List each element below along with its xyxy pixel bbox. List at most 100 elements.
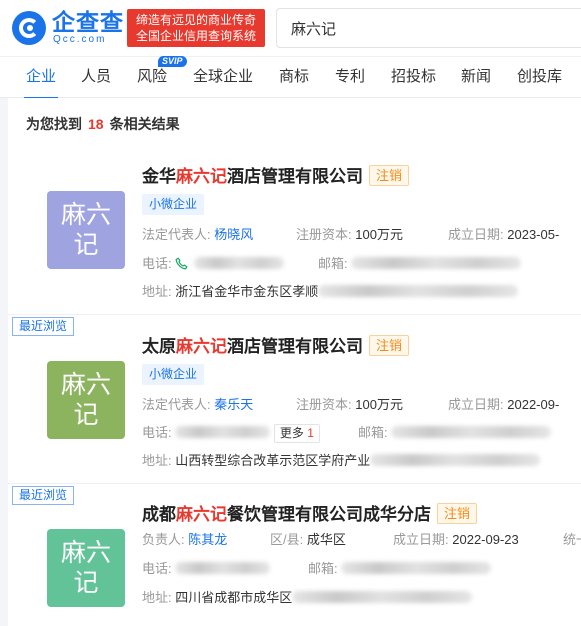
status-badge: 注销	[369, 165, 410, 186]
email-label: 邮箱:	[358, 425, 388, 440]
address-label: 地址:	[142, 284, 172, 299]
more-phones-button[interactable]: 更多 1	[273, 424, 320, 443]
credit-code-row: 统一	[563, 529, 581, 548]
address-row: 地址: 浙江省金华市金东区孝顺	[142, 281, 519, 300]
address-redacted	[292, 591, 473, 603]
tab-people[interactable]: 人员	[81, 57, 111, 98]
company-name-prefix: 金华	[142, 167, 176, 186]
tab-venture[interactable]: 创投库	[517, 57, 562, 98]
email-row: 邮箱:	[358, 422, 552, 441]
svip-badge: SVIP	[158, 56, 187, 67]
company-avatar[interactable]: 麻六 记	[47, 361, 125, 439]
credit-code-label: 统一	[563, 532, 581, 547]
tab-global-company[interactable]: 全球企业	[193, 57, 253, 98]
legal-rep-link[interactable]: 杨晓风	[214, 227, 253, 242]
legal-rep-label: 法定代表人:	[142, 227, 211, 242]
avatar-text-line-2: 记	[73, 401, 99, 429]
search-input[interactable]	[277, 9, 581, 47]
tab-news[interactable]: 新闻	[461, 57, 491, 98]
avatar-text-line-2: 记	[73, 569, 99, 597]
category-tabs: 企业 人员 风险 SVIP 全球企业 商标 专利 招投标 新闻 创投库	[0, 56, 581, 99]
page: 企查查 Qcc.com 缔造有远见的商业传奇 全国企业信用查询系统 企业 人员 …	[0, 0, 581, 626]
address-row: 地址: 山西转型综合改革示范区学府产业	[142, 450, 541, 469]
founded-date: 2022-09-	[507, 397, 560, 412]
email-row: 邮箱:	[308, 558, 492, 577]
result-count: 18	[88, 116, 104, 132]
company-card[interactable]: 麻六 记 金华麻六记酒店管理有限公司 注销 小微企业 法定代表人: 杨晓风 注册资…	[8, 146, 581, 308]
company-name[interactable]: 太原麻六记酒店管理有限公司 注销	[142, 332, 410, 357]
more-phones-count: 1	[307, 426, 314, 440]
address-label: 地址:	[142, 590, 172, 605]
company-name-highlight: 麻六记	[176, 167, 227, 186]
company-name-highlight: 麻六记	[176, 505, 227, 524]
district-value: 成华区	[306, 532, 346, 547]
tab-trademark[interactable]: 商标	[279, 57, 309, 98]
manager-link[interactable]: 陈其龙	[188, 532, 227, 547]
founded-row: 成立日期: 2022-09-23	[393, 529, 519, 548]
company-name[interactable]: 成都麻六记餐饮管理有限公司成华分店 注销	[142, 500, 478, 525]
address-redacted	[370, 454, 541, 466]
company-name-suffix: 餐饮管理有限公司成华分店	[227, 505, 431, 524]
legal-rep-label: 法定代表人:	[142, 397, 211, 412]
address-redacted	[318, 285, 519, 297]
slogan-line-1: 缔造有远见的商业传奇	[135, 13, 256, 27]
founded-label: 成立日期:	[393, 532, 449, 547]
address-value: 山西转型综合改革示范区学府产业	[175, 453, 371, 468]
email-redacted	[341, 562, 492, 574]
district-label: 区/县:	[270, 532, 304, 547]
logo-mark-icon	[12, 11, 46, 45]
slogan-banner: 缔造有远见的商业传奇 全国企业信用查询系统	[127, 9, 265, 47]
phone-icon	[175, 257, 188, 270]
phone-label: 电话:	[142, 561, 172, 576]
logo-domain: Qcc.com	[53, 34, 107, 45]
address-row: 地址: 四川省成都市成华区	[142, 587, 473, 606]
phone-label: 电话:	[142, 425, 172, 440]
legal-rep-row: 法定代表人: 杨晓风	[142, 224, 253, 243]
company-avatar[interactable]: 麻六 记	[47, 529, 125, 607]
results-panel: 为您找到 18 条相关结果 麻六 记 金华麻六记酒店管理有限公司 注销 小微企业 法定…	[8, 98, 581, 626]
tab-company[interactable]: 企业	[23, 57, 59, 99]
address-value: 四川省成都市成华区	[175, 590, 293, 605]
founded-date: 2022-09-23	[452, 532, 519, 547]
company-name-highlight: 麻六记	[176, 337, 227, 356]
phone-label: 电话:	[142, 256, 172, 271]
founded-date: 2023-05-	[507, 227, 560, 242]
header: 企查查 Qcc.com 缔造有远见的商业传奇 全国企业信用查询系统	[0, 0, 581, 56]
founded-row: 成立日期: 2023-05-	[448, 224, 559, 243]
phone-row: 电话:	[142, 253, 285, 272]
capital-label: 注册资本:	[296, 397, 352, 412]
company-tag[interactable]: 小微企业	[142, 194, 205, 215]
company-card[interactable]: 最近浏览 麻六 记 太原麻六记酒店管理有限公司 注销 小微企业 法定代表人: 秦乐…	[8, 314, 581, 476]
company-name-suffix: 酒店管理有限公司	[227, 167, 363, 186]
logo-text: 企查查	[52, 9, 124, 35]
company-card[interactable]: 最近浏览 麻六 记 成都麻六记餐饮管理有限公司成华分店 注销 负责人: 陈其龙 区…	[8, 483, 581, 626]
capital-value: 100万元	[355, 397, 403, 412]
result-count-prefix: 为您找到	[26, 116, 82, 132]
capital-label: 注册资本:	[296, 227, 352, 242]
founded-label: 成立日期:	[448, 397, 504, 412]
more-phones-label: 更多	[279, 426, 304, 440]
company-name[interactable]: 金华麻六记酒店管理有限公司 注销	[142, 162, 410, 187]
manager-label: 负责人:	[142, 532, 185, 547]
avatar-text-line-2: 记	[73, 231, 99, 259]
legal-rep-link[interactable]: 秦乐天	[214, 397, 253, 412]
founded-label: 成立日期:	[448, 227, 504, 242]
result-count-suffix: 条相关结果	[109, 116, 180, 132]
result-count-line: 为您找到 18 条相关结果	[26, 114, 180, 134]
email-redacted	[351, 257, 522, 269]
company-tag[interactable]: 小微企业	[142, 364, 205, 385]
email-row: 邮箱:	[318, 253, 522, 272]
email-label: 邮箱:	[318, 256, 348, 271]
tab-patent[interactable]: 专利	[335, 57, 365, 98]
phone-redacted	[194, 257, 285, 269]
tab-bidding[interactable]: 招投标	[391, 57, 436, 98]
status-badge: 注销	[369, 335, 410, 356]
slogan-line-2: 全国企业信用查询系统	[135, 29, 256, 43]
founded-row: 成立日期: 2022-09-	[448, 394, 559, 413]
avatar-text-line-1: 麻六	[60, 201, 111, 229]
capital-value: 100万元	[355, 227, 403, 242]
avatar-text-line-1: 麻六	[60, 371, 111, 399]
qcc-logo[interactable]: 企查查 Qcc.com	[12, 10, 124, 46]
search-box[interactable]	[276, 8, 581, 48]
company-avatar[interactable]: 麻六 记	[47, 191, 125, 269]
